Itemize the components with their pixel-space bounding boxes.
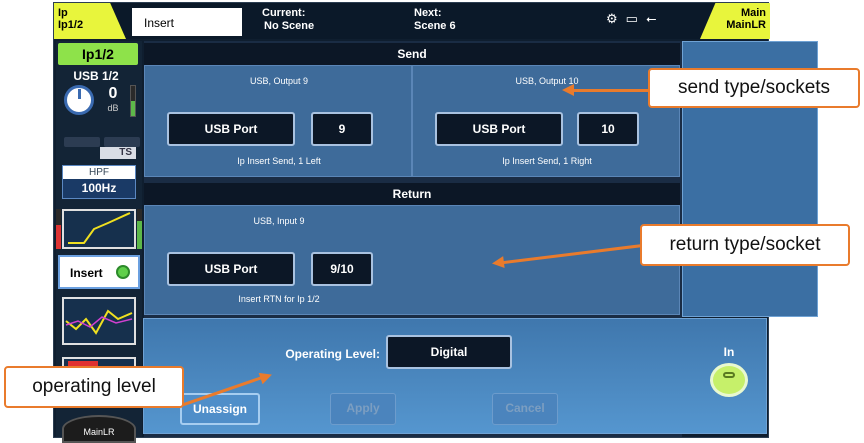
usb-icon: ⭠ — [645, 11, 657, 26]
channel-id: Ip1/2 — [58, 19, 84, 31]
gain-value: 0 — [108, 85, 118, 102]
send-right-caption: USB, Output 10 — [515, 76, 579, 86]
channel-indicator[interactable]: Ip Ip1/2 — [54, 3, 126, 39]
callout-send-arrow — [562, 84, 648, 96]
current-label: Current: — [262, 7, 306, 19]
operating-level-label: Operating Level: — [285, 347, 380, 361]
in-label: In — [723, 345, 735, 359]
gain-knob[interactable] — [64, 85, 94, 115]
gate-meter-right — [137, 209, 142, 249]
send-right-desc: Ip Insert Send, 1 Right — [502, 156, 592, 166]
channel-type: Ip — [58, 7, 68, 19]
gear-lock-icon[interactable]: ⚙ — [606, 11, 618, 27]
send-header: Send — [144, 43, 680, 65]
peq-graph[interactable] — [62, 297, 136, 345]
hpf-button[interactable]: HPF 100Hz — [62, 165, 136, 199]
input-meter — [130, 85, 136, 117]
tape-icon: ▭ — [625, 11, 638, 26]
status-icons: ⚙ ▭ ⭠ — [606, 11, 656, 27]
insert-label: Insert — [70, 266, 103, 280]
main-line2: MainLR — [726, 19, 766, 31]
toggle-icon — [723, 372, 735, 378]
current-scene: Current: No Scene — [262, 7, 314, 33]
callout-send: send type/sockets — [648, 68, 860, 108]
return-panel: USB, Input 9 USB Port 9/10 Insert RTN fo… — [144, 205, 680, 315]
return-desc: Insert RTN for Ip 1/2 — [238, 294, 320, 304]
send-left-desc: Ip Insert Send, 1 Left — [237, 156, 321, 166]
send-right-socket-button[interactable]: 10 — [577, 112, 639, 146]
gate-curve-icon — [68, 212, 131, 244]
mainlr-label: MainLR — [83, 427, 115, 437]
hpf-title: HPF — [63, 166, 135, 179]
callout-return: return type/socket — [640, 224, 850, 266]
gain-unit: dB — [107, 103, 119, 113]
gate-meter-left — [56, 209, 61, 249]
mainlr-send-button[interactable]: MainLR — [60, 415, 138, 443]
return-caption: USB, Input 9 — [253, 216, 305, 226]
apply-button[interactable]: Apply — [330, 393, 396, 425]
main-mix-indicator[interactable]: Main MainLR — [700, 3, 770, 39]
send-left-type-button[interactable]: USB Port — [167, 112, 295, 146]
insert-button[interactable]: Insert — [58, 255, 140, 289]
ts-badge[interactable]: TS — [100, 147, 136, 159]
next-value: Scene 6 — [414, 20, 456, 32]
current-value: No Scene — [264, 20, 315, 32]
callout-operating: operating level — [4, 366, 184, 408]
eq-curve-icon — [65, 309, 133, 335]
lower-controls: Operating Level: Digital In Unassign App… — [143, 318, 767, 434]
gate-graph[interactable] — [62, 209, 136, 249]
return-header: Return — [144, 183, 680, 205]
unassign-button[interactable]: Unassign — [180, 393, 260, 425]
send-left-socket-button[interactable]: 9 — [311, 112, 373, 146]
insert-led-icon — [116, 265, 130, 279]
operating-level-button[interactable]: Digital — [386, 335, 512, 369]
return-socket-button[interactable]: 9/10 — [311, 252, 373, 286]
hpf-value: 100Hz — [81, 181, 117, 195]
send-left-panel: USB, Output 9 USB Port 9 Ip Insert Send,… — [144, 65, 412, 177]
cancel-button[interactable]: Cancel — [492, 393, 558, 425]
polarity-button[interactable] — [104, 137, 140, 147]
top-bar: Ip Ip1/2 Insert Current: No Scene Next: … — [54, 3, 770, 39]
send-left-caption: USB, Output 9 — [249, 76, 309, 86]
return-type-button[interactable]: USB Port — [167, 252, 295, 286]
main-line1: Main — [740, 7, 766, 19]
phase-row — [64, 137, 140, 147]
channel-name[interactable]: Ip1/2 — [58, 43, 138, 65]
insert-in-button[interactable] — [710, 363, 748, 397]
tab-insert[interactable]: Insert — [132, 8, 242, 36]
send-right-type-button[interactable]: USB Port — [435, 112, 563, 146]
phantom-button[interactable] — [64, 137, 100, 147]
send-right-panel: USB, Output 10 USB Port 10 Ip Insert Sen… — [412, 65, 680, 177]
next-scene: Next: Scene 6 — [414, 7, 456, 33]
source-label: USB 1/2 — [73, 69, 119, 83]
next-label: Next: — [414, 7, 442, 19]
